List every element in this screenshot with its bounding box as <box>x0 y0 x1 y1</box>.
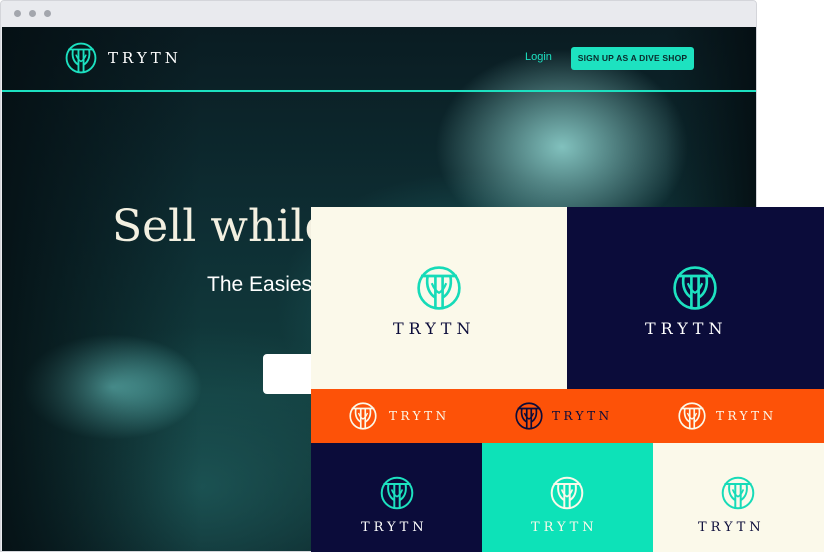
brand-tile-navy-small: TRYTN <box>311 443 482 552</box>
hero-subtitle: The Easies <box>207 273 313 296</box>
brand-wordmark: TRYTN <box>716 409 777 423</box>
trytn-logo-icon <box>671 264 719 312</box>
brand-tile-teal: TRYTN <box>482 443 653 552</box>
hero-title: Sell while <box>112 201 331 252</box>
signup-dive-shop-button[interactable]: SIGN UP AS A DIVE SHOP <box>571 47 694 70</box>
brand-board: TRYTN TRYTN TRYTN TRYTN TRYTN TRYTN TRYT… <box>311 207 824 552</box>
brand-wordmark: TRYTN <box>698 520 765 535</box>
trytn-logo-icon <box>677 401 707 431</box>
nav-divider <box>2 90 756 92</box>
trytn-logo-icon <box>379 475 415 511</box>
nav-wordmark[interactable]: TRYTN <box>108 49 182 67</box>
brand-wordmark: TRYTN <box>361 520 428 535</box>
login-link[interactable]: Login <box>525 51 552 63</box>
brand-wordmark: TRYTN <box>531 520 598 535</box>
trytn-logo-icon <box>549 475 585 511</box>
window-dot <box>29 10 36 17</box>
trytn-logo-icon <box>348 401 378 431</box>
trytn-logo-icon <box>720 475 756 511</box>
brand-tile-navy: TRYTN <box>567 207 824 389</box>
trytn-logo-icon <box>514 401 544 431</box>
trytn-logo-icon <box>415 264 463 312</box>
browser-chrome <box>1 1 756 27</box>
brand-tile-orange: TRYTN TRYTN TRYTN <box>311 389 824 443</box>
window-dot <box>44 10 51 17</box>
brand-wordmark: TRYTN <box>645 319 728 338</box>
brand-tile-cream: TRYTN <box>311 207 567 389</box>
brand-wordmark: TRYTN <box>393 319 476 338</box>
hero-shade <box>2 27 202 551</box>
window-dot <box>14 10 21 17</box>
brand-wordmark: TRYTN <box>389 409 450 423</box>
brand-wordmark: TRYTN <box>552 409 613 423</box>
trytn-logo-icon[interactable] <box>64 41 98 75</box>
brand-tile-cream-small: TRYTN <box>653 443 824 552</box>
